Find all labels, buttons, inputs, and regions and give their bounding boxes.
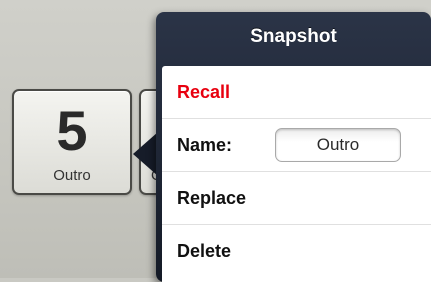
name-label: Name: [177, 135, 233, 155]
popover-arrow [133, 132, 158, 176]
snapshot-pad-5[interactable]: 5 Outro [12, 89, 132, 195]
replace-menu-item[interactable]: Replace [162, 172, 431, 225]
name-menu-item: Name: Outro [162, 119, 431, 172]
delete-label: Delete [177, 241, 232, 261]
replace-label: Replace [177, 188, 247, 208]
popover-title: Snapshot [250, 26, 337, 47]
name-input[interactable]: Outro [275, 128, 401, 162]
snapshot-popover: Snapshot Recall Name: Outro Replace Dele… [156, 12, 431, 282]
recall-menu-item[interactable]: Recall [162, 66, 431, 119]
snapshot-name: Outro [53, 167, 91, 184]
snapshot-number: 5 [56, 99, 88, 162]
popover-menu: Recall Name: Outro Replace Delete [162, 66, 431, 282]
recall-label: Recall [177, 82, 231, 102]
delete-menu-item[interactable]: Delete [162, 225, 431, 278]
